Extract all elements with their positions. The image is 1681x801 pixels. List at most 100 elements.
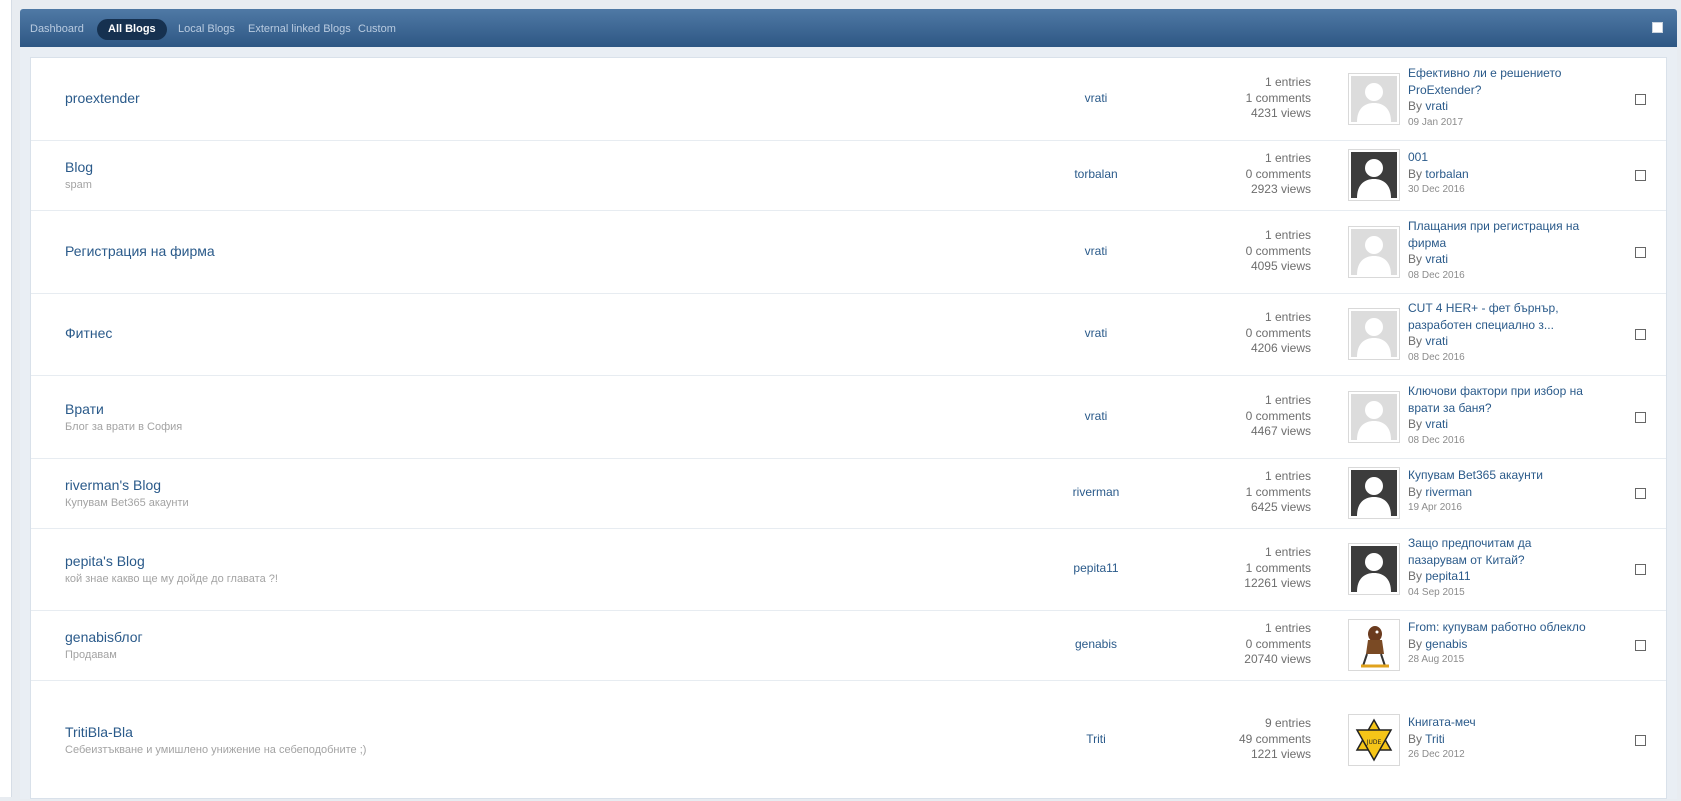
blog-stats: 1 entries 0 comments 4206 views bbox=[1181, 310, 1311, 357]
entries-count: 1 entries bbox=[1264, 151, 1311, 165]
tab-local-blogs[interactable]: Local Blogs bbox=[178, 19, 235, 40]
blog-author-link[interactable]: Triti bbox=[1031, 732, 1161, 746]
avatar[interactable]: JUDE bbox=[1348, 714, 1400, 766]
select-all-checkbox[interactable] bbox=[1652, 22, 1663, 33]
blog-title-link[interactable]: Регистрация на фирма bbox=[65, 243, 215, 259]
row-select-checkbox[interactable] bbox=[1635, 640, 1646, 651]
blog-title-link[interactable]: proextender bbox=[65, 90, 140, 106]
blog-author-link[interactable]: riverman bbox=[1031, 485, 1161, 499]
latest-entry-author-link[interactable]: vrati bbox=[1425, 334, 1448, 348]
row-select-checkbox[interactable] bbox=[1635, 329, 1646, 340]
latest-entry: Ключови фактори при избор на врати за бан… bbox=[1408, 383, 1608, 449]
latest-entry-date: 08 Dec 2016 bbox=[1408, 269, 1465, 281]
blog-author-link[interactable]: vrati bbox=[1031, 326, 1161, 340]
comments-count: 0 comments bbox=[1245, 166, 1311, 181]
views-count: 4231 views bbox=[1250, 106, 1311, 120]
latest-entry-title-link[interactable]: 001 bbox=[1408, 149, 1608, 166]
latest-entry-byline: By torbalan bbox=[1408, 166, 1469, 181]
latest-entry-title-link[interactable]: Ключови фактори при избор на врати за бан… bbox=[1408, 383, 1608, 416]
latest-entry: Книгата-меч By Triti 26 Dec 2012 bbox=[1408, 714, 1608, 764]
avatar[interactable] bbox=[1348, 226, 1400, 278]
comments-count: 1 comments bbox=[1245, 560, 1311, 575]
blog-row: Blog spam torbalan 1 entries 0 comments 2923 … bbox=[31, 140, 1666, 211]
latest-entry-title-link[interactable]: From: купувам работно облекло bbox=[1408, 619, 1608, 636]
blog-title-link[interactable]: Фитнес bbox=[65, 325, 112, 341]
latest-entry-byline: By vrati bbox=[1408, 252, 1449, 266]
latest-entry-author-link[interactable]: genabis bbox=[1425, 637, 1467, 651]
latest-entry-author-link[interactable]: Triti bbox=[1425, 732, 1445, 746]
latest-entry-author-link[interactable]: riverman bbox=[1425, 485, 1472, 499]
blog-title-link[interactable]: Врати bbox=[65, 401, 104, 417]
latest-entry-title-link[interactable]: Защо предпочитам да пазарувам от Китай? bbox=[1408, 535, 1608, 568]
latest-entry: Ефективно ли е решението ProExtender? By v… bbox=[1408, 65, 1608, 131]
latest-entry: 001 By torbalan 30 Dec 2016 bbox=[1408, 149, 1608, 199]
row-select-checkbox[interactable] bbox=[1635, 247, 1646, 258]
latest-entry-byline: By Triti bbox=[1408, 731, 1445, 746]
blogs-container: Dashboard All Blogs Local Blogs External… bbox=[20, 9, 1677, 801]
blog-title-link[interactable]: Blog bbox=[65, 159, 93, 175]
blog-description: Купувам Bet365 акаунти bbox=[65, 497, 189, 509]
latest-entry-author-link[interactable]: pepita11 bbox=[1425, 569, 1470, 583]
row-select-checkbox[interactable] bbox=[1635, 412, 1646, 423]
latest-entry-author-link[interactable]: vrati bbox=[1425, 417, 1448, 431]
blog-author-link[interactable]: genabis bbox=[1031, 637, 1161, 651]
comments-count: 1 comments bbox=[1245, 484, 1311, 499]
latest-entry-date: 08 Dec 2016 bbox=[1408, 351, 1465, 363]
blog-author-link[interactable]: vrati bbox=[1031, 244, 1161, 258]
blog-title-link[interactable]: pepita's Blog bbox=[65, 553, 145, 569]
views-count: 20740 views bbox=[1244, 652, 1311, 666]
blog-title-link[interactable]: TritiBla-Bla bbox=[65, 724, 133, 740]
latest-entry-date: 09 Jan 2017 bbox=[1408, 116, 1464, 128]
blog-row: Врати Блог за врати в София vrati 1 entries… bbox=[31, 375, 1666, 459]
latest-entry-author-link[interactable]: vrati bbox=[1425, 252, 1448, 266]
blog-title-link[interactable]: genabisблог bbox=[65, 629, 143, 645]
latest-entry-byline: By vrati bbox=[1408, 334, 1449, 348]
blog-author-link[interactable]: pepita11 bbox=[1031, 561, 1161, 575]
tab-external-linked-blogs[interactable]: External linked Blogs bbox=[248, 19, 351, 40]
row-select-checkbox[interactable] bbox=[1635, 170, 1646, 181]
views-count: 4206 views bbox=[1250, 341, 1311, 355]
latest-entry-title-link[interactable]: Книгата-меч bbox=[1408, 714, 1608, 731]
avatar[interactable] bbox=[1348, 391, 1400, 443]
blog-author-link[interactable]: vrati bbox=[1031, 409, 1161, 423]
comments-count: 0 comments bbox=[1245, 636, 1311, 651]
tab-all-blogs[interactable]: All Blogs bbox=[97, 19, 167, 40]
avatar[interactable] bbox=[1348, 149, 1400, 201]
latest-entry-title-link[interactable]: Купувам Bet365 акаунти bbox=[1408, 467, 1608, 484]
avatar[interactable] bbox=[1348, 308, 1400, 360]
latest-entry-author-link[interactable]: torbalan bbox=[1425, 167, 1468, 181]
blog-author-link[interactable]: vrati bbox=[1031, 91, 1161, 105]
tab-dashboard[interactable]: Dashboard bbox=[30, 19, 84, 40]
row-select-checkbox[interactable] bbox=[1635, 488, 1646, 499]
latest-entry-title-link[interactable]: Плащания при регистрация на фирма bbox=[1408, 218, 1608, 251]
latest-entry: Защо предпочитам да пазарувам от Китай? By… bbox=[1408, 535, 1608, 601]
row-select-checkbox[interactable] bbox=[1635, 564, 1646, 575]
avatar[interactable] bbox=[1348, 73, 1400, 125]
latest-entry-byline: By riverman bbox=[1408, 484, 1473, 499]
latest-entry: CUT 4 HER+ - фет бърнър, разработен специ… bbox=[1408, 300, 1608, 366]
blog-row: pepita's Blog кой знае какво ще му дойде … bbox=[31, 528, 1666, 611]
latest-entry-date: 26 Dec 2012 bbox=[1408, 749, 1465, 760]
blog-author-link[interactable]: torbalan bbox=[1031, 167, 1161, 181]
blog-title-link[interactable]: riverman's Blog bbox=[65, 477, 161, 493]
blog-row: proextender vrati 1 entries 1 comments 4231 … bbox=[31, 58, 1666, 141]
avatar[interactable] bbox=[1348, 619, 1400, 671]
latest-entry-title-link[interactable]: Ефективно ли е решението ProExtender? bbox=[1408, 65, 1608, 98]
row-select-checkbox[interactable] bbox=[1635, 94, 1646, 105]
blog-stats: 1 entries 0 comments 4467 views bbox=[1181, 393, 1311, 440]
blog-stats: 1 entries 1 comments 6425 views bbox=[1181, 469, 1311, 516]
latest-entry-byline: By vrati bbox=[1408, 417, 1449, 431]
row-select-checkbox[interactable] bbox=[1635, 735, 1646, 746]
latest-entry: Купувам Bet365 акаунти By riverman 19 Apr … bbox=[1408, 467, 1608, 517]
latest-entry-date: 04 Sep 2015 bbox=[1408, 586, 1465, 598]
blog-description: Блог за врати в София bbox=[65, 421, 183, 433]
avatar[interactable] bbox=[1348, 467, 1400, 519]
blog-row: TritiBla-Bla Себеизтъкване и умишлено уни… bbox=[31, 680, 1666, 801]
blog-stats: 1 entries 0 comments 4095 views bbox=[1181, 228, 1311, 275]
avatar[interactable] bbox=[1348, 543, 1400, 595]
latest-entry-author-link[interactable]: vrati bbox=[1425, 99, 1448, 113]
entries-count: 1 entries bbox=[1264, 228, 1311, 242]
blog-row: genabisблог Продавам genabis 1 entries 0 com… bbox=[31, 610, 1666, 681]
latest-entry-title-link[interactable]: CUT 4 HER+ - фет бърнър, разработен специ… bbox=[1408, 300, 1608, 333]
tab-custom[interactable]: Custom bbox=[358, 19, 396, 40]
